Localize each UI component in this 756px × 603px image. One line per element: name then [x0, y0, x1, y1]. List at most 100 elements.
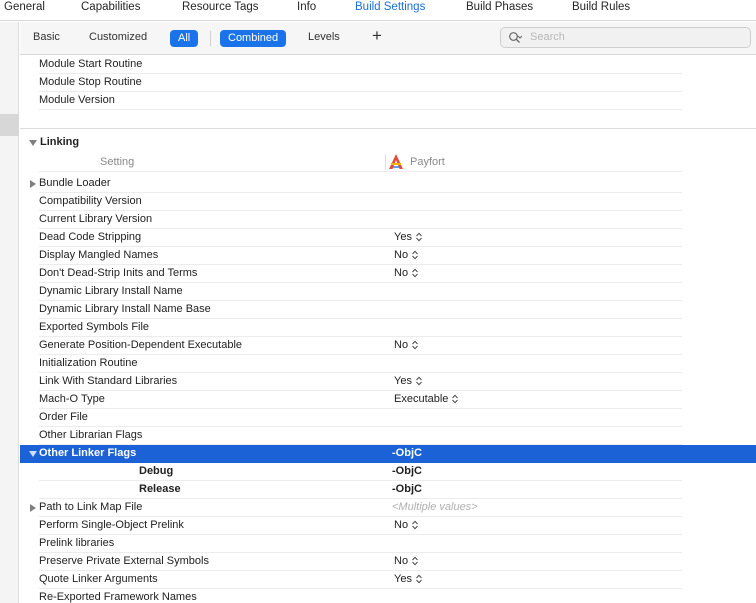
setting-name: Re-Exported Framework Names	[39, 591, 197, 603]
setting-value-popup[interactable]: No	[394, 555, 418, 567]
setting-row[interactable]: Re-Exported Framework Names	[20, 589, 756, 603]
disclosure-expanded-icon[interactable]	[29, 140, 37, 146]
tab-build-phases[interactable]: Build Phases	[466, 1, 533, 13]
popup-stepper-icon	[412, 556, 418, 566]
column-target-label: Payfort	[410, 156, 445, 168]
popup-stepper-icon	[416, 376, 422, 386]
setting-row[interactable]: Dynamic Library Install Name	[20, 283, 756, 301]
setting-name: Quote Linker Arguments	[39, 573, 158, 585]
tab-resource-tags[interactable]: Resource Tags	[182, 1, 259, 13]
setting-value[interactable]: <Multiple values>	[392, 501, 478, 513]
view-combined-button[interactable]: Combined	[220, 30, 287, 47]
setting-value[interactable]: -ObjC	[392, 447, 422, 459]
setting-name: Display Mangled Names	[39, 249, 159, 261]
setting-row[interactable]: Other Librarian Flags	[20, 427, 756, 445]
app-target-icon	[389, 154, 403, 169]
disclosure-collapsed-icon[interactable]	[30, 180, 36, 188]
setting-row[interactable]: Exported Symbols File	[20, 319, 756, 337]
setting-value-popup[interactable]: Yes	[394, 375, 422, 387]
setting-row[interactable]: Link With Standard Libraries Yes	[20, 373, 756, 391]
setting-subrow[interactable]: Debug -ObjC	[20, 463, 756, 481]
tab-build-settings[interactable]: Build Settings	[355, 1, 425, 13]
setting-value: Executable	[394, 393, 449, 405]
setting-row[interactable]: Module Start Routine	[20, 56, 756, 74]
section-divider	[20, 128, 756, 129]
setting-row[interactable]: Initialization Routine	[20, 355, 756, 373]
setting-row[interactable]: Module Version	[20, 92, 756, 110]
setting-row-selected[interactable]: Other Linker Flags -ObjC	[20, 445, 756, 463]
filter-customized-button[interactable]: Customized	[89, 31, 147, 43]
setting-row[interactable]: Perform Single-Object Prelink No	[20, 517, 756, 535]
setting-name: Link With Standard Libraries	[39, 375, 178, 387]
setting-value[interactable]: -ObjC	[392, 483, 422, 495]
add-setting-button[interactable]: +	[372, 26, 382, 46]
setting-value-popup[interactable]: Yes	[394, 573, 422, 585]
view-levels-button[interactable]: Levels	[308, 31, 340, 43]
filter-all-button[interactable]: All	[170, 30, 199, 47]
setting-name: Module Start Routine	[39, 58, 143, 70]
setting-value-popup[interactable]: No	[394, 267, 418, 279]
search-field[interactable]: Search	[500, 27, 751, 48]
setting-row[interactable]: Prelink libraries	[20, 535, 756, 553]
setting-value: Yes	[394, 375, 412, 387]
popup-stepper-icon	[452, 394, 459, 404]
setting-value: No	[394, 555, 409, 567]
setting-name: Order File	[39, 411, 88, 423]
setting-row[interactable]: Quote Linker Arguments Yes	[20, 571, 756, 589]
setting-name: Path to Link Map File	[39, 501, 143, 513]
setting-row[interactable]: Order File	[20, 409, 756, 427]
setting-value-popup[interactable]: No	[394, 519, 418, 531]
setting-row[interactable]: Mach-O Type Executable	[20, 391, 756, 409]
setting-name: Module Stop Routine	[39, 76, 142, 88]
setting-row[interactable]: Preserve Private External Symbols No	[20, 553, 756, 571]
popup-stepper-icon	[416, 232, 422, 242]
setting-name: Compatibility Version	[39, 195, 142, 207]
search-placeholder: Search	[530, 31, 565, 43]
tab-capabilities[interactable]: Capabilities	[81, 1, 140, 13]
setting-row[interactable]: Generate Position-Dependent Executable N…	[20, 337, 756, 355]
setting-name: Dead Code Stripping	[39, 231, 142, 243]
setting-row[interactable]: Dynamic Library Install Name Base	[20, 301, 756, 319]
selected-target-indicator[interactable]	[0, 114, 19, 136]
setting-row[interactable]: Display Mangled Names No	[20, 247, 756, 265]
setting-subrow[interactable]: Release -ObjC	[20, 481, 756, 499]
setting-value: Yes	[394, 231, 412, 243]
tab-general[interactable]: General	[4, 1, 45, 13]
popup-stepper-icon	[412, 250, 418, 260]
setting-row[interactable]: Current Library Version	[20, 211, 756, 229]
setting-row[interactable]: Module Stop Routine	[20, 74, 756, 92]
setting-value-popup[interactable]: Executable	[394, 393, 459, 405]
setting-row[interactable]: Don't Dead-Strip Inits and Terms No	[20, 265, 756, 283]
setting-value[interactable]: -ObjC	[392, 465, 422, 477]
tab-build-rules[interactable]: Build Rules	[572, 1, 630, 13]
popup-stepper-icon	[412, 520, 418, 530]
setting-name: Other Librarian Flags	[39, 429, 143, 441]
popup-stepper-icon	[412, 340, 418, 350]
setting-value: No	[394, 249, 409, 261]
setting-value: No	[394, 339, 409, 351]
setting-name: Initialization Routine	[39, 357, 138, 369]
setting-value-popup[interactable]: No	[394, 339, 418, 351]
column-setting-label: Setting	[100, 156, 135, 168]
section-header-linking[interactable]: Linking	[20, 134, 756, 152]
setting-value-popup[interactable]: Yes	[394, 231, 422, 243]
setting-value: No	[394, 267, 409, 279]
section-title: Linking	[40, 136, 80, 148]
setting-row[interactable]: Path to Link Map File <Multiple values>	[20, 499, 756, 517]
setting-value-popup[interactable]: No	[394, 249, 418, 261]
disclosure-expanded-icon[interactable]	[29, 451, 37, 457]
setting-name: Module Version	[39, 94, 115, 106]
configuration-name: Debug	[139, 465, 174, 477]
setting-name: Exported Symbols File	[39, 321, 150, 333]
build-settings-list: Module Start Routine Module Stop Routine…	[20, 56, 756, 603]
setting-row[interactable]: Bundle Loader	[20, 175, 756, 193]
tab-info[interactable]: Info	[297, 1, 316, 13]
setting-name: Mach-O Type	[39, 393, 105, 405]
setting-name: Dynamic Library Install Name Base	[39, 303, 211, 315]
setting-name: Other Linker Flags	[39, 447, 137, 459]
filter-basic-button[interactable]: Basic	[33, 31, 60, 43]
column-header: Setting Payfort	[20, 152, 756, 172]
setting-row[interactable]: Dead Code Stripping Yes	[20, 229, 756, 247]
setting-row[interactable]: Compatibility Version	[20, 193, 756, 211]
disclosure-collapsed-icon[interactable]	[30, 504, 36, 512]
